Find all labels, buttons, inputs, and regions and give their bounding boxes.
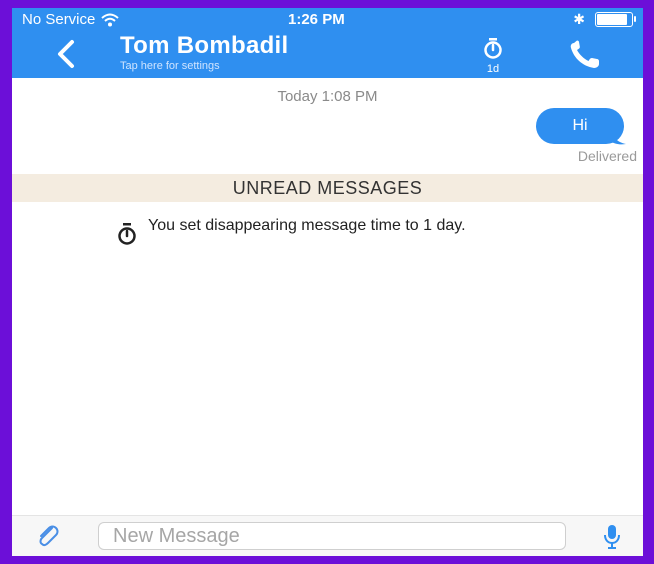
- message-composer: [12, 515, 643, 556]
- call-button[interactable]: [568, 40, 608, 70]
- status-bar-left: No Service: [22, 11, 120, 28]
- timer-label: 1d: [486, 63, 500, 75]
- battery-icon: [595, 12, 636, 27]
- attach-button[interactable]: [36, 524, 60, 548]
- paperclip-icon: [39, 525, 59, 547]
- microphone-button[interactable]: [602, 524, 622, 550]
- system-message: You set disappearing message time to 1 d…: [116, 217, 598, 245]
- settings-hint[interactable]: Tap here for settings: [120, 60, 220, 72]
- phone-icon: [570, 40, 599, 68]
- timer-icon: [484, 38, 502, 59]
- timer-icon: [118, 223, 136, 245]
- bluetooth-icon: ✱: [573, 11, 585, 27]
- message-input[interactable]: [98, 522, 566, 550]
- microphone-icon: [604, 525, 620, 549]
- unread-messages-banner: UNREAD MESSAGES: [12, 174, 643, 202]
- phone-screen: No Service 1:26 PM ✱ Tom Bombadil Tap he…: [12, 8, 643, 556]
- status-bar-right: ✱: [573, 11, 636, 28]
- status-time: 1:26 PM: [288, 11, 345, 28]
- disappearing-timer-button[interactable]: 1d: [478, 38, 508, 75]
- bubble-tail: [610, 126, 626, 145]
- contact-name[interactable]: Tom Bombadil: [120, 32, 288, 60]
- chevron-left-icon: [58, 40, 74, 68]
- message-timestamp: Today 1:08 PM: [277, 88, 378, 105]
- carrier-label: No Service: [22, 11, 96, 28]
- wifi-icon: [101, 13, 120, 26]
- delivery-status: Delivered: [577, 148, 637, 164]
- system-message-text: You set disappearing message time to 1 d…: [148, 217, 466, 234]
- navigation-bar: No Service 1:26 PM ✱ Tom Bombadil Tap he…: [12, 8, 643, 78]
- back-button[interactable]: [52, 36, 82, 72]
